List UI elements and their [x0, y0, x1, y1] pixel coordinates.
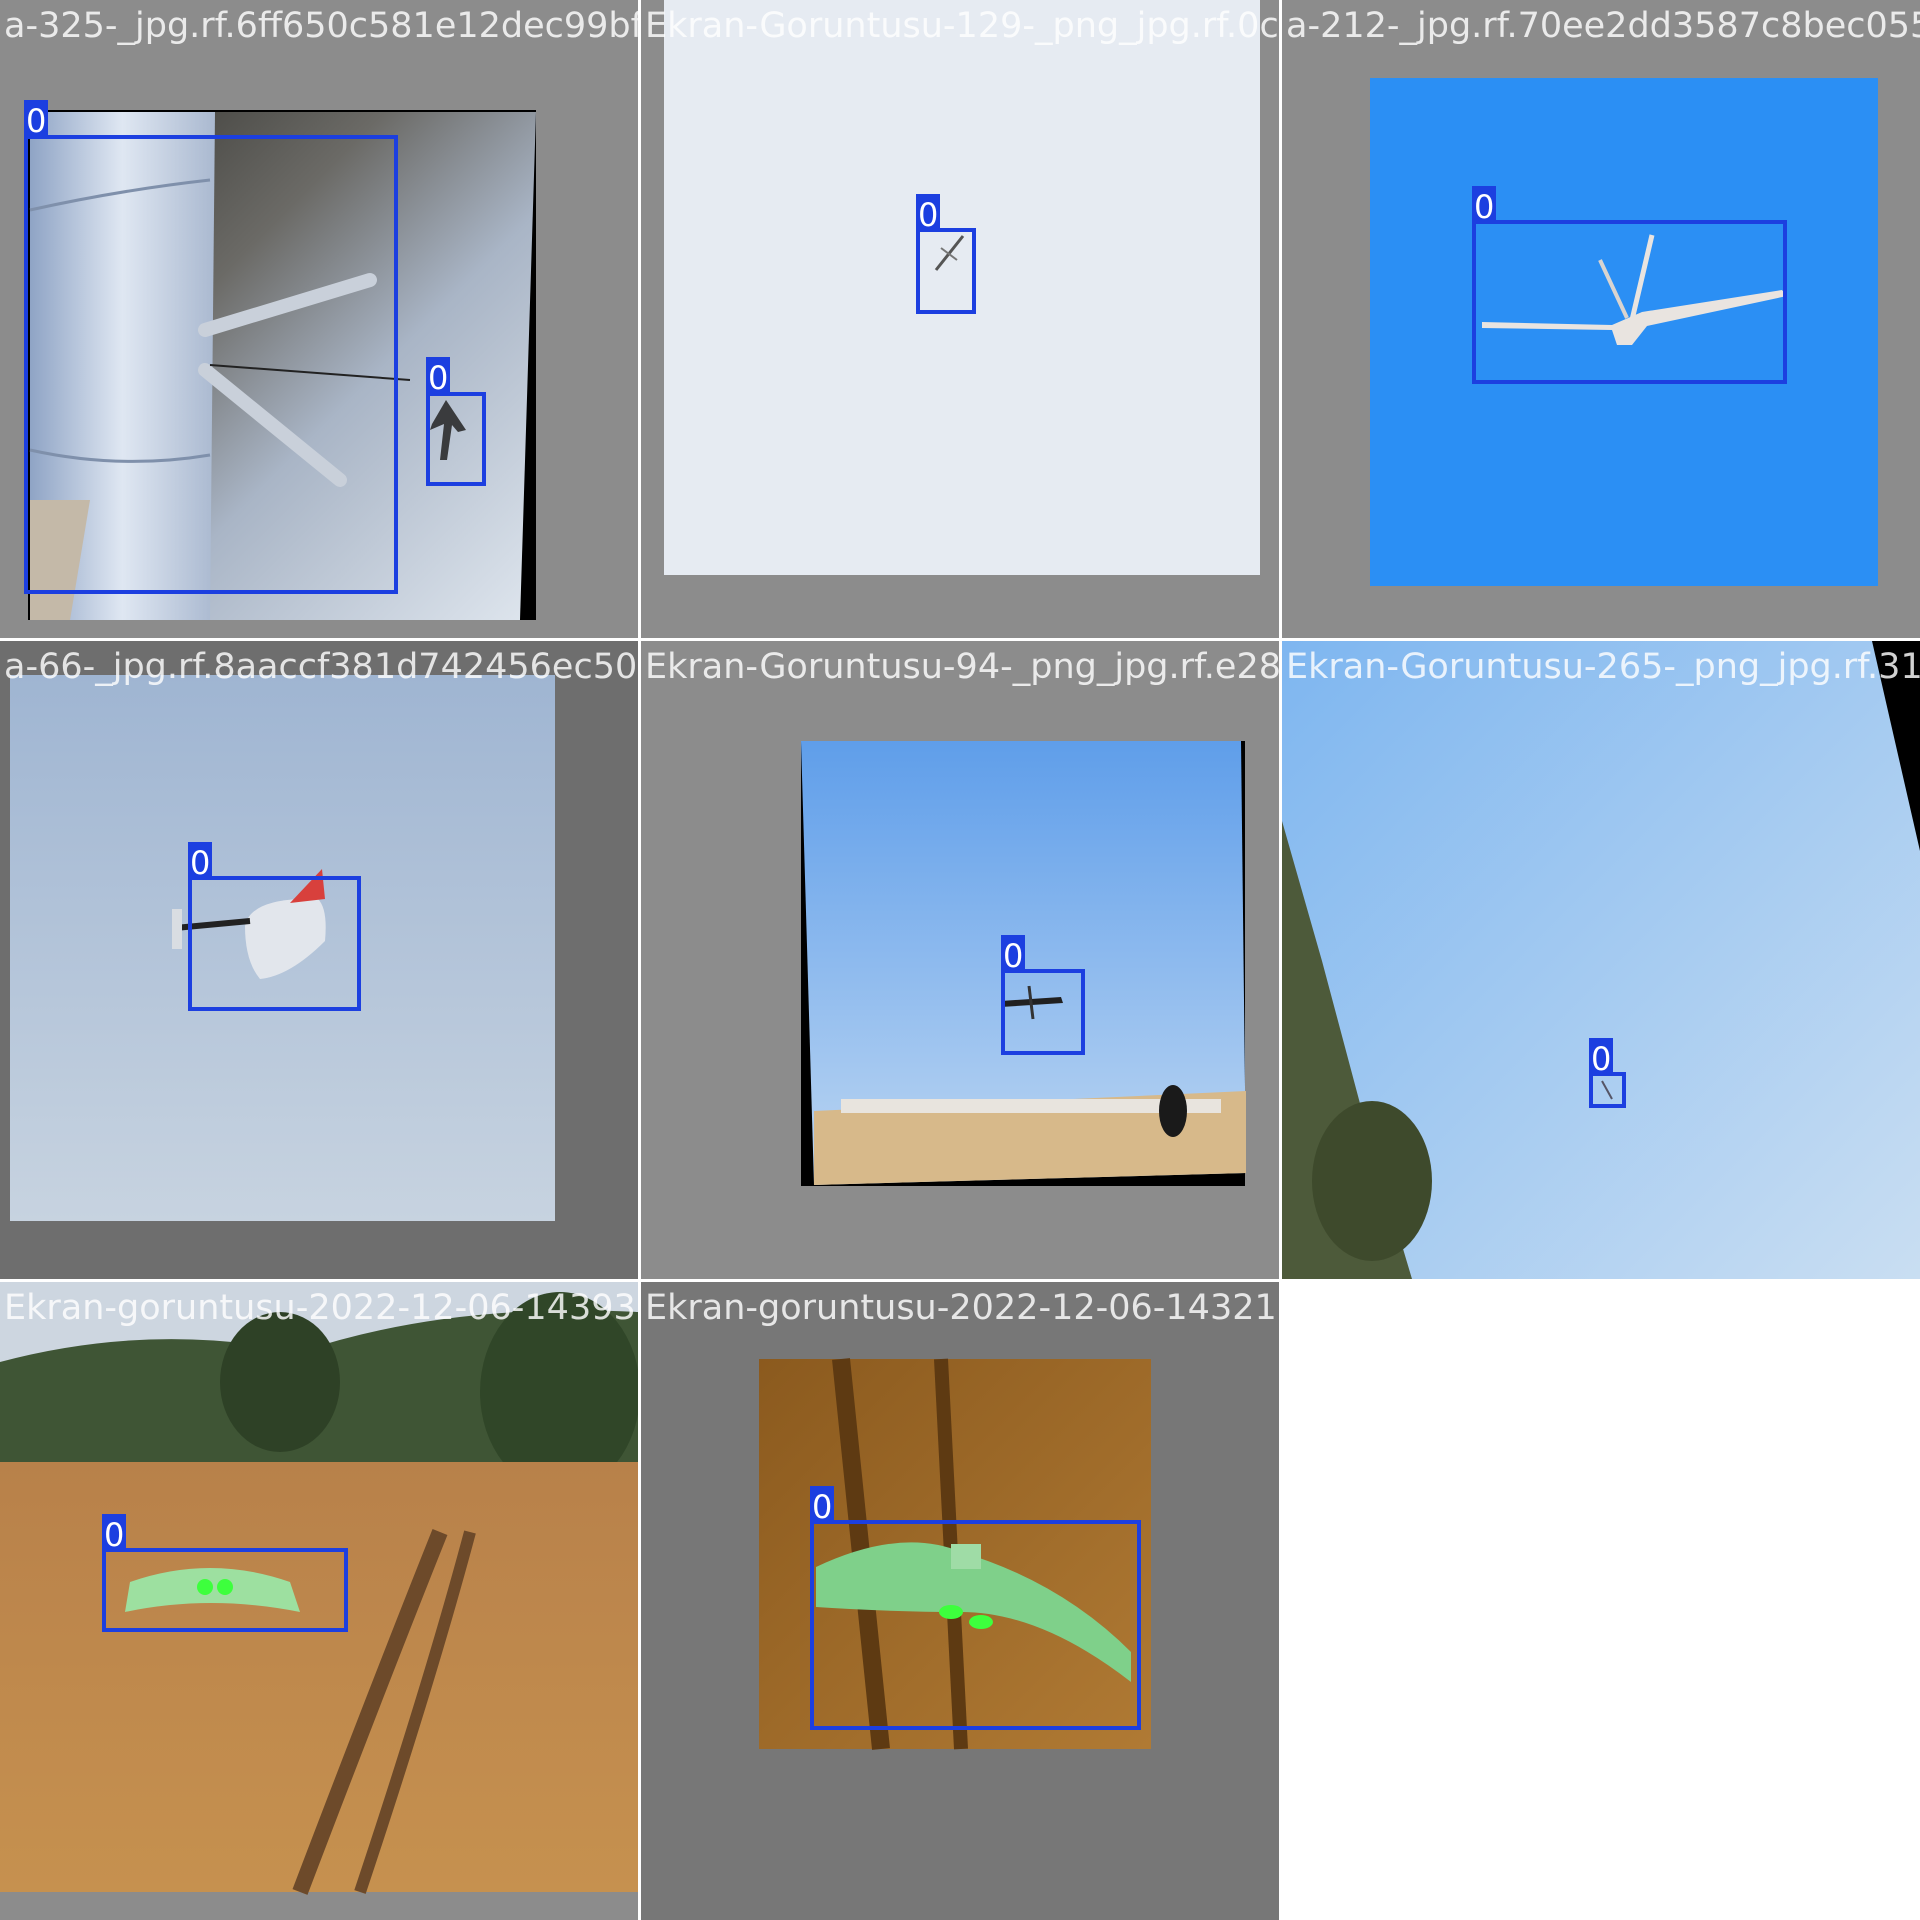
tile-3-label-1: 0 [1474, 188, 1494, 226]
tile-3: 0 a-212-_jpg.rf.70ee2dd3587c8bec055e [1282, 0, 1920, 638]
tile-5-photo: 0 [801, 741, 1246, 1186]
tile-8-label-1: 0 [812, 1488, 832, 1526]
tile-7-photo: 0 [0, 1282, 638, 1895]
tile-5: 0 Ekran-Goruntusu-94-_png_jpg.rf.e284f [641, 641, 1279, 1279]
detection-mosaic: 0 0 a-325-_jpg.rf.6ff650c581e12dec99bf24… [0, 0, 1920, 1920]
tile-8: 0 Ekran-goruntusu-2022-12-06-143216_jpg.… [641, 1282, 1279, 1920]
tile-6-photo: 0 [1282, 641, 1920, 1279]
tile-1-label-1: 0 [26, 102, 46, 140]
tile-8-photo: 0 [759, 1358, 1151, 1750]
tile-4-label-1: 0 [190, 844, 210, 882]
tile-4-photo: 0 [10, 675, 555, 1221]
tile-2-label-1: 0 [918, 196, 938, 234]
tile-1: 0 0 a-325-_jpg.rf.6ff650c581e12dec99bf24… [0, 0, 638, 638]
tile-6: 0 Ekran-Goruntusu-265-_png_jpg.rf.315 [1282, 641, 1920, 1279]
tile-7-label-1: 0 [104, 1516, 124, 1554]
tile-4: 0 a-66-_jpg.rf.8aaccf381d742456ec5018c6f… [0, 641, 638, 1279]
tile-6-label-1: 0 [1591, 1040, 1611, 1078]
empty-slot [1282, 1282, 1920, 1920]
tile-2-photo: 0 [664, 0, 1260, 575]
tile-1-label-2: 0 [428, 359, 448, 397]
tile-1-photo: 0 0 [24, 100, 536, 620]
tile-2: 0 Ekran-Goruntusu-129-_png_jpg.rf.0c5af0… [641, 0, 1279, 638]
tile-3-photo: 0 [1370, 78, 1878, 586]
tile-7: 0 Ekran-goruntusu-2022-12-06-143937_jpg.… [0, 1282, 638, 1920]
tile-5-label-1: 0 [1003, 937, 1023, 975]
